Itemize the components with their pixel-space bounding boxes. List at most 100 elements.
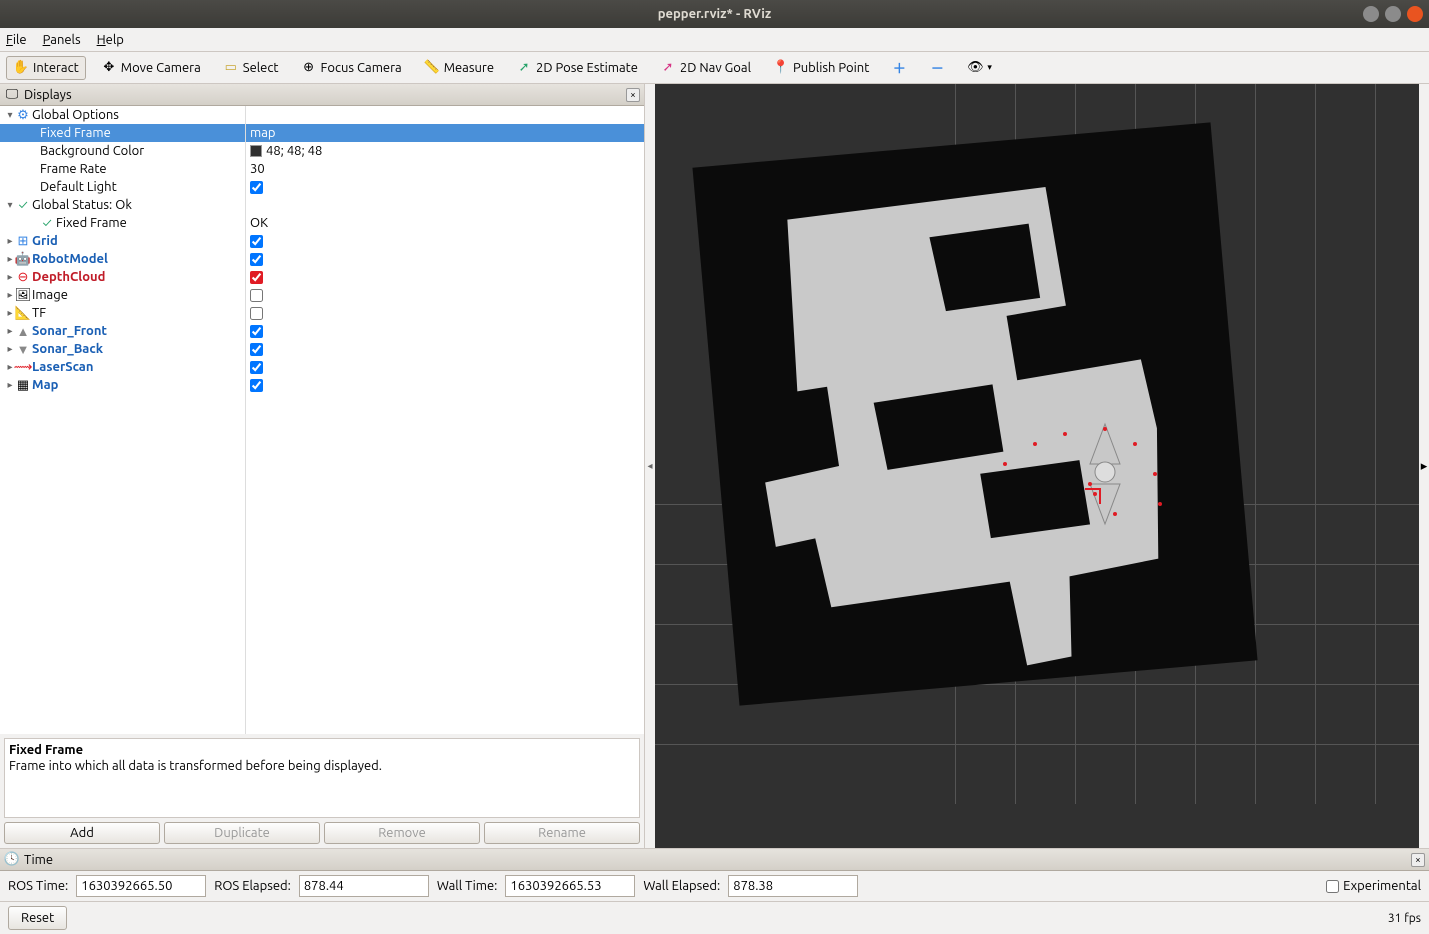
tree-sonar-back[interactable]: ▸ ▼ Sonar_Back: [0, 340, 245, 358]
tree-global-options[interactable]: ▾ ⚙ Global Options: [0, 106, 245, 124]
experimental-toggle[interactable]: Experimental: [1326, 879, 1421, 893]
tree-label: Fixed Frame: [56, 216, 127, 230]
value-bg-color[interactable]: 48; 48; 48: [246, 142, 644, 160]
wall-elapsed-field[interactable]: [728, 875, 858, 897]
tree-robotmodel[interactable]: ▸ 🤖 RobotModel: [0, 250, 245, 268]
tree-label: Sonar_Back: [32, 342, 103, 356]
value-sonar-front[interactable]: [246, 322, 644, 340]
tool-nav-goal-label: 2D Nav Goal: [680, 61, 751, 75]
tree-sonar-front[interactable]: ▸ ▲ Sonar_Front: [0, 322, 245, 340]
panel-close-button[interactable]: ×: [626, 88, 640, 102]
map-icon: ▦: [16, 378, 30, 392]
value-tf[interactable]: [246, 304, 644, 322]
tree-tf[interactable]: ▸ 📐 TF: [0, 304, 245, 322]
tool-measure[interactable]: 📏 Measure: [417, 56, 501, 80]
value-laserscan[interactable]: [246, 358, 644, 376]
tree-frame-rate[interactable]: Frame Rate: [0, 160, 245, 178]
tool-interact[interactable]: ✋ Interact: [6, 56, 86, 80]
tree-grid[interactable]: ▸ ⊞ Grid: [0, 232, 245, 250]
checkbox[interactable]: [250, 271, 263, 284]
pin-icon: 📍: [773, 60, 789, 76]
chevron-right-icon: ▸: [1421, 459, 1428, 474]
value-grid[interactable]: [246, 232, 644, 250]
wall-time-field[interactable]: [505, 875, 635, 897]
experimental-checkbox[interactable]: [1326, 880, 1339, 893]
tree-fixed-frame[interactable]: Fixed Frame: [0, 124, 245, 142]
tool-view-menu[interactable]: 👁 ▾: [960, 56, 999, 80]
checkbox[interactable]: [250, 343, 263, 356]
3d-view[interactable]: [655, 84, 1419, 848]
menu-file[interactable]: File: [6, 33, 27, 47]
tree-background-color[interactable]: Background Color: [0, 142, 245, 160]
time-panel-header[interactable]: 🕓 Time ×: [0, 849, 1429, 871]
value-map[interactable]: [246, 376, 644, 394]
menu-help[interactable]: Help: [97, 33, 124, 47]
value-image[interactable]: [246, 286, 644, 304]
tree-status-fixed-frame[interactable]: ✓ Fixed Frame: [0, 214, 245, 232]
check-icon: ✓: [40, 216, 54, 230]
gear-icon: ⚙: [16, 108, 30, 122]
tool-interact-label: Interact: [33, 61, 79, 75]
tree-global-status[interactable]: ▾ ✓ Global Status: Ok: [0, 196, 245, 214]
description-box: Fixed Frame Frame into which all data is…: [4, 738, 640, 818]
tool-remove-display[interactable]: －: [922, 56, 952, 80]
ros-time-label: ROS Time:: [8, 879, 68, 893]
panel-splitter-right[interactable]: ▸: [1419, 84, 1429, 848]
tool-pose-estimate[interactable]: ➚ 2D Pose Estimate: [509, 56, 645, 80]
tree-depthcloud[interactable]: ▸ ⊖ DepthCloud: [0, 268, 245, 286]
remove-button[interactable]: Remove: [324, 822, 480, 844]
tree-label: Global Options: [32, 108, 119, 122]
tree-default-light[interactable]: Default Light: [0, 178, 245, 196]
checkbox[interactable]: [250, 253, 263, 266]
checkbox[interactable]: [250, 361, 263, 374]
tool-publish-point[interactable]: 📍 Publish Point: [766, 56, 876, 80]
arrow-green-icon: ➚: [516, 60, 532, 76]
value-depthcloud[interactable]: [246, 268, 644, 286]
ros-elapsed-field[interactable]: [299, 875, 429, 897]
value-robotmodel[interactable]: [246, 250, 644, 268]
chevron-down-icon: ▾: [4, 199, 16, 211]
checkbox[interactable]: [250, 289, 263, 302]
tool-select-label: Select: [243, 61, 279, 75]
tree-label: TF: [32, 306, 46, 320]
checkbox[interactable]: [250, 181, 263, 194]
tool-nav-goal[interactable]: ➚ 2D Nav Goal: [653, 56, 758, 80]
tree-value: OK: [250, 216, 268, 230]
checkbox[interactable]: [250, 379, 263, 392]
add-button[interactable]: Add: [4, 822, 160, 844]
menu-panels[interactable]: Panels: [43, 33, 81, 47]
displays-panel-header[interactable]: 🖵 Displays ×: [0, 84, 644, 106]
chevron-down-icon: ▾: [4, 109, 16, 121]
fps-label: 31 fps: [1388, 912, 1421, 925]
panel-close-button[interactable]: ×: [1411, 853, 1425, 867]
value-default-light[interactable]: [246, 178, 644, 196]
laser-scan-points: [985, 384, 1185, 544]
maximize-button[interactable]: [1385, 6, 1401, 22]
clock-icon: 🕓: [4, 852, 20, 868]
value-sonar-back[interactable]: [246, 340, 644, 358]
tool-focus-camera[interactable]: ⊕ Focus Camera: [294, 56, 409, 80]
minimize-button[interactable]: [1363, 6, 1379, 22]
reset-button[interactable]: Reset: [8, 906, 67, 930]
checkbox[interactable]: [250, 235, 263, 248]
tool-select[interactable]: ▭ Select: [216, 56, 286, 80]
tool-move-camera[interactable]: ✥ Move Camera: [94, 56, 208, 80]
value-frame-rate[interactable]: 30: [246, 160, 644, 178]
tree-label: Global Status: Ok: [32, 198, 132, 212]
duplicate-button[interactable]: Duplicate: [164, 822, 320, 844]
value-fixed-frame[interactable]: map: [246, 124, 644, 142]
ros-time-field[interactable]: [76, 875, 206, 897]
rename-button[interactable]: Rename: [484, 822, 640, 844]
displays-tree[interactable]: ▾ ⚙ Global Options Fixed Frame Backgroun…: [0, 106, 644, 734]
tree-image[interactable]: ▸ 🖼 Image: [0, 286, 245, 304]
hand-icon: ✋: [13, 60, 29, 76]
tree-laserscan[interactable]: ▸ ⟿ LaserScan: [0, 358, 245, 376]
checkbox[interactable]: [250, 325, 263, 338]
tree-label: Map: [32, 378, 58, 392]
close-button[interactable]: [1407, 6, 1423, 22]
checkbox[interactable]: [250, 307, 263, 320]
tree-map[interactable]: ▸ ▦ Map: [0, 376, 245, 394]
tree-label: LaserScan: [32, 360, 93, 374]
tool-add-display[interactable]: ＋: [884, 56, 914, 80]
panel-splitter-left[interactable]: ◂: [645, 84, 655, 848]
